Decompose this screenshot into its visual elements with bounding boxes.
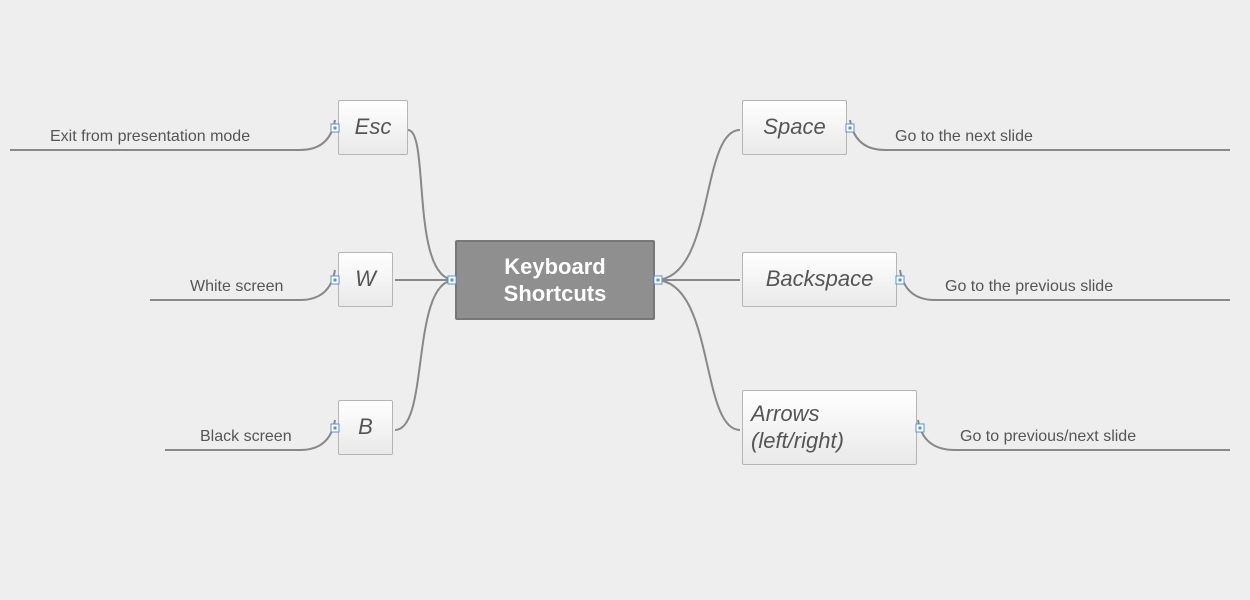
expand-marker[interactable]	[654, 276, 663, 285]
key-node-backspace[interactable]: Backspace	[742, 252, 897, 307]
key-label: Esc	[355, 114, 392, 140]
key-label-line1: Arrows	[751, 401, 819, 426]
desc-arrows: Go to previous/next slide	[960, 428, 1136, 446]
desc-esc: Exit from presentation mode	[50, 128, 250, 146]
center-title-line2: Shortcuts	[504, 281, 607, 306]
key-label-line2: (left/right)	[751, 428, 844, 453]
expand-marker[interactable]	[331, 424, 340, 433]
key-label: Arrows (left/right)	[743, 401, 916, 454]
center-title-line1: Keyboard	[504, 254, 605, 279]
expand-marker[interactable]	[896, 276, 905, 285]
key-label: Backspace	[766, 266, 874, 292]
center-node[interactable]: Keyboard Shortcuts	[455, 240, 655, 320]
desc-backspace: Go to the previous slide	[945, 278, 1113, 296]
key-label: B	[358, 414, 373, 440]
expand-marker[interactable]	[916, 424, 925, 433]
key-node-w[interactable]: W	[338, 252, 393, 307]
key-node-space[interactable]: Space	[742, 100, 847, 155]
desc-w: White screen	[190, 278, 283, 296]
expand-marker[interactable]	[448, 276, 457, 285]
key-label: W	[355, 266, 376, 292]
desc-b: Black screen	[200, 428, 292, 446]
key-node-b[interactable]: B	[338, 400, 393, 455]
key-label: Space	[763, 114, 825, 140]
key-node-esc[interactable]: Esc	[338, 100, 408, 155]
desc-space: Go to the next slide	[895, 128, 1033, 146]
mindmap-canvas: Keyboard Shortcuts Esc Exit from present…	[0, 0, 1250, 600]
expand-marker[interactable]	[846, 124, 855, 133]
center-title: Keyboard Shortcuts	[504, 253, 607, 308]
expand-marker[interactable]	[331, 276, 340, 285]
key-node-arrows[interactable]: Arrows (left/right)	[742, 390, 917, 465]
expand-marker[interactable]	[331, 124, 340, 133]
